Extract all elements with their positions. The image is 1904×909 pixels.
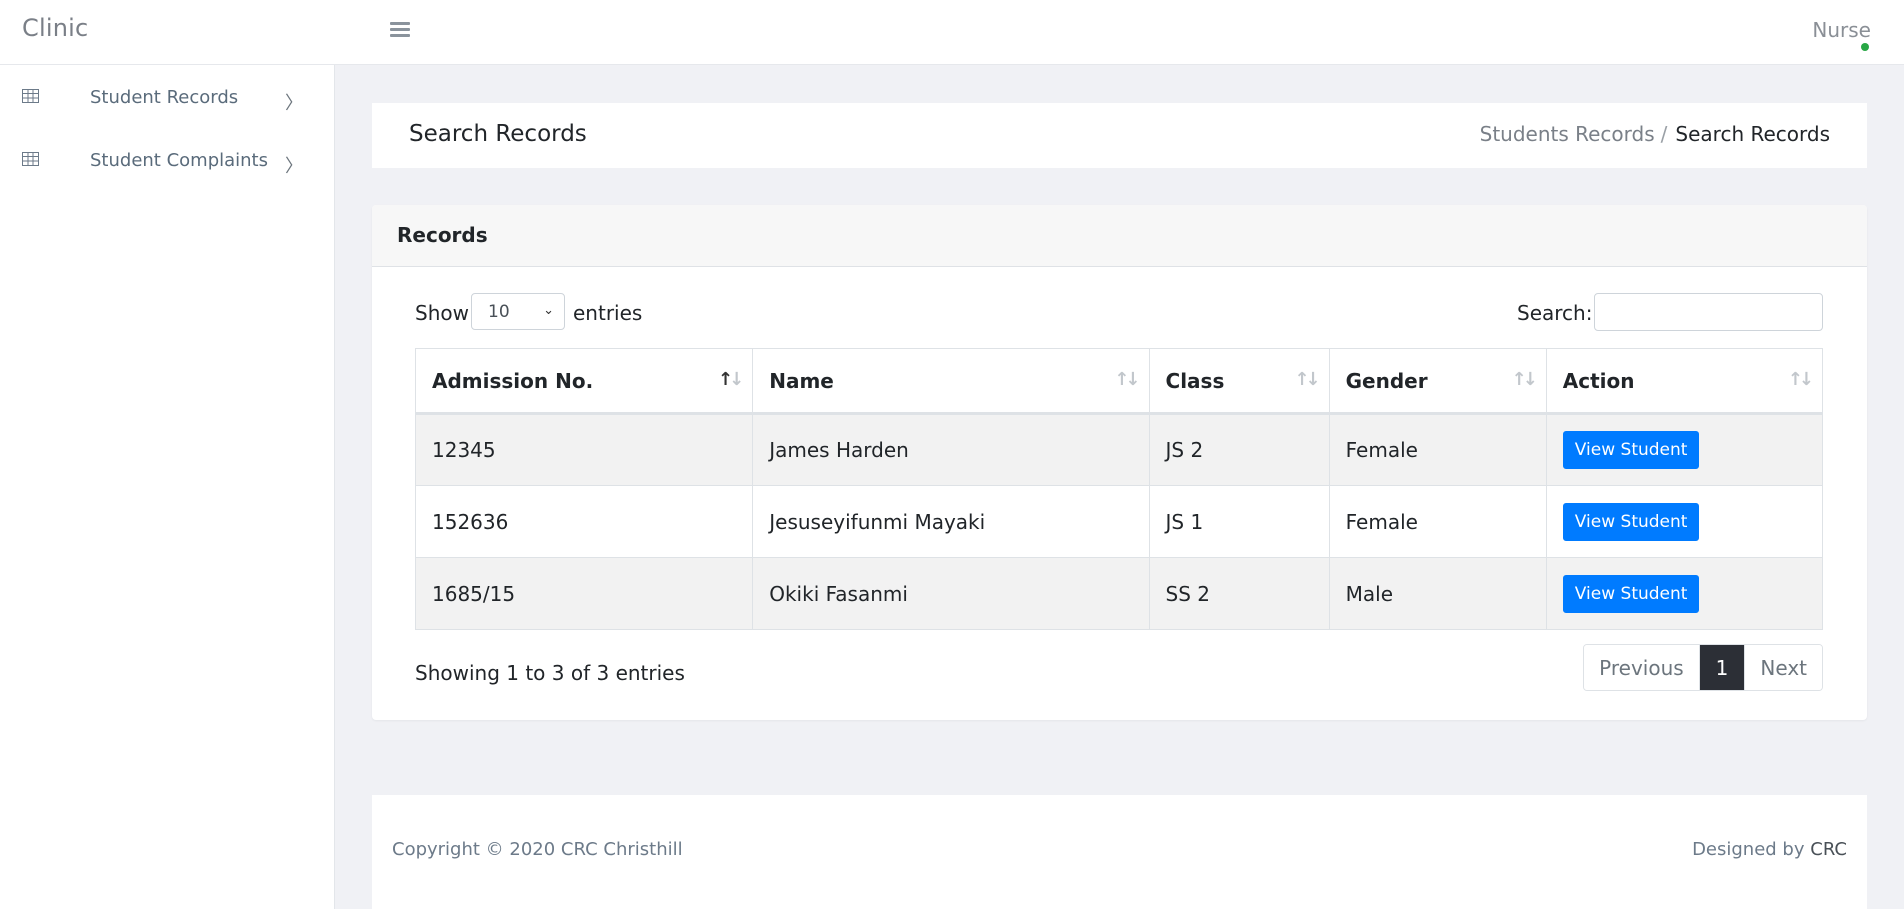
table-row: 152636 Jesuseyifunmi Mayaki JS 1 Female … [414,485,1824,558]
table-row: 12345 James Harden JS 2 Female View Stud… [414,413,1824,486]
sort-icon: ↑↓ [1114,369,1140,390]
column-name[interactable]: Name ↑↓ [752,348,1150,415]
table-info: Showing 1 to 3 of 3 entries [415,661,685,685]
chevron-right-icon: 〉 [285,93,303,114]
card-title: Records [397,223,488,247]
sidebar-item-student-records[interactable]: Student Records 〉 [0,77,335,117]
cell-class: JS 1 [1148,485,1330,558]
column-label: Gender [1345,368,1428,393]
page-title: Search Records [409,121,587,147]
copyright-text: Copyright © 2020 CRC Christhill [392,839,683,860]
table-icon [22,152,39,166]
table-header-row: Admission No. ↑↓ Name ↑↓ Class ↑↓ Gender… [414,348,1824,415]
pagination: Previous 1 Next [1583,644,1823,691]
cell-gender: Female [1328,413,1547,486]
column-label: Class [1165,368,1225,393]
breadcrumb-students-records[interactable]: Students Records [1480,122,1655,146]
brand-logo[interactable]: Clinic [22,14,88,42]
cell-admission: 12345 [414,413,754,486]
cell-class: JS 2 [1148,413,1330,486]
records-card: Records Show 10 ⌄ entries Search: Admiss… [372,205,1867,720]
column-admission-no[interactable]: Admission No. ↑↓ [414,348,754,415]
sidebar-item-label: Student Records [90,87,239,108]
view-student-button[interactable]: View Student [1562,431,1700,469]
cell-admission: 1685/15 [414,557,754,630]
designed-by: Designed by CRC [1692,839,1847,860]
view-student-button[interactable]: View Student [1562,574,1700,613]
sort-icon: ↑↓ [1787,369,1814,390]
sort-icon: ↑↓ [1294,369,1320,390]
designer-link[interactable]: CRC [1810,839,1847,860]
cell-name: James Harden [752,413,1150,486]
table-icon [22,89,39,103]
cell-class: SS 2 [1148,557,1330,630]
sidebar-item-label: Student Complaints [90,150,268,171]
chevron-down-icon: ⌄ [543,303,554,318]
search-input[interactable] [1594,293,1823,331]
sidebar: Student Records 〉 Student Complaints 〉 [0,65,335,909]
table-row: 1685/15 Okiki Fasanmi SS 2 Male View Stu… [414,557,1824,630]
next-page-button[interactable]: Next [1744,645,1822,690]
sort-asc-icon: ↑↓ [718,369,744,390]
card-header: Records [372,205,1867,267]
cell-action: View Student [1545,485,1824,558]
cell-gender: Male [1328,557,1547,630]
entries-select[interactable]: 10 ⌄ [471,293,565,330]
column-label: Name [769,368,834,393]
sidebar-item-student-complaints[interactable]: Student Complaints 〉 [0,140,335,180]
user-name[interactable]: Nurse [1812,18,1871,42]
chevron-right-icon: 〉 [285,156,303,177]
column-gender[interactable]: Gender ↑↓ [1328,348,1547,415]
search-control: Search: [1517,293,1823,331]
page-header: Search Records Students Records / Search R… [372,103,1867,168]
search-label: Search: [1517,301,1593,325]
online-status-icon [1861,43,1869,51]
previous-page-button[interactable]: Previous [1584,645,1699,690]
column-action[interactable]: Action ↑↓ [1545,348,1824,415]
records-table: Admission No. ↑↓ Name ↑↓ Class ↑↓ Gender… [414,348,1824,630]
menu-toggle-icon[interactable] [390,22,410,38]
show-label: Show [415,301,469,325]
cell-admission: 152636 [414,485,754,558]
column-label: Action [1562,368,1635,393]
breadcrumb-separator: / [1660,122,1668,146]
breadcrumb-current: Search Records [1675,122,1830,146]
column-label: Admission No. [432,368,594,393]
designed-by-label: Designed by [1692,839,1805,860]
cell-action: View Student [1545,413,1824,486]
cell-gender: Female [1328,485,1547,558]
cell-name: Okiki Fasanmi [752,557,1150,630]
column-class[interactable]: Class ↑↓ [1148,348,1330,415]
sort-icon: ↑↓ [1511,369,1538,390]
top-bar: Clinic Nurse [0,0,1904,65]
breadcrumb: Students Records / Search Records [1480,122,1830,146]
footer: Copyright © 2020 CRC Christhill Designed… [372,795,1867,909]
cell-name: Jesuseyifunmi Mayaki [752,485,1150,558]
entries-label: entries [573,301,643,325]
view-student-button[interactable]: View Student [1562,502,1700,541]
entries-select-value: 10 [488,302,510,322]
page-1-button[interactable]: 1 [1698,645,1745,690]
cell-action: View Student [1545,557,1824,630]
